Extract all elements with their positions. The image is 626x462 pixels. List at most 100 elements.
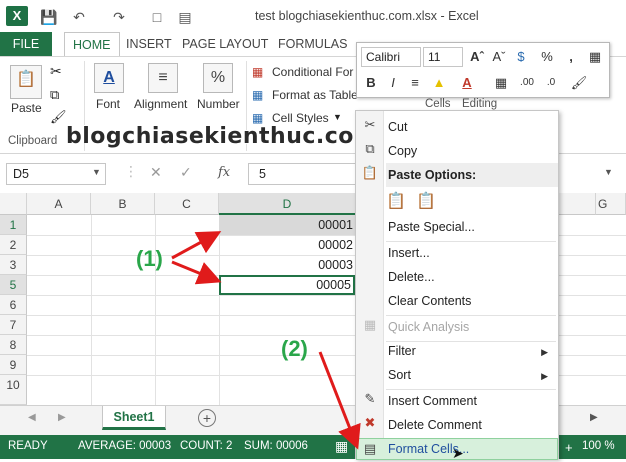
- menu-item-cut[interactable]: Cut: [386, 115, 558, 139]
- chevron-down-icon: ▼: [333, 112, 342, 122]
- comma-style-button[interactable]: ,: [561, 47, 581, 67]
- menu-item-insert[interactable]: Insert...: [386, 241, 558, 265]
- row-header[interactable]: 3: [0, 255, 27, 275]
- insert-function-icon[interactable]: fx: [218, 165, 230, 180]
- quick-analysis-icon: ▦: [363, 317, 377, 332]
- column-header-g[interactable]: G: [596, 193, 626, 215]
- column-header-a[interactable]: A: [27, 193, 91, 215]
- menu-item-clear-contents[interactable]: Clear Contents: [386, 289, 558, 313]
- name-box[interactable]: D5: [6, 163, 106, 185]
- row-header[interactable]: 1: [0, 215, 27, 235]
- add-sheet-button[interactable]: +: [198, 409, 216, 427]
- form-icon[interactable]: ▤: [176, 8, 194, 26]
- tab-file[interactable]: FILE: [0, 32, 52, 56]
- menu-item-sort[interactable]: Sort: [386, 363, 558, 387]
- zoom-in-icon[interactable]: +: [565, 440, 573, 455]
- decrease-font-icon[interactable]: Aˇ: [489, 47, 509, 67]
- cell-d5-active[interactable]: 00005: [219, 275, 355, 295]
- submenu-arrow-icon: ▶: [541, 347, 548, 357]
- clipboard-group-label: Clipboard: [8, 135, 58, 147]
- increase-decimal-icon[interactable]: .00: [517, 73, 537, 93]
- percent-style-button[interactable]: %: [537, 47, 557, 67]
- row-header[interactable]: 10: [0, 375, 27, 405]
- tab-formulas[interactable]: FORMULAS: [270, 32, 355, 56]
- tab-page-layout[interactable]: PAGE LAYOUT: [174, 32, 276, 56]
- paste-button[interactable]: Paste: [11, 101, 42, 115]
- row-header[interactable]: 7: [0, 315, 27, 335]
- italic-button[interactable]: I: [383, 73, 403, 93]
- bold-button[interactable]: B: [361, 73, 381, 93]
- copy-icon[interactable]: ⧉: [50, 87, 59, 103]
- cut-icon[interactable]: ✂: [50, 63, 62, 80]
- expand-formula-icon[interactable]: ▼: [604, 167, 613, 177]
- sheet-tab-sheet1[interactable]: Sheet1: [102, 406, 166, 430]
- menu-item-insert-comment[interactable]: Insert Comment: [386, 389, 558, 413]
- hscroll-right-icon[interactable]: ▶: [590, 412, 598, 423]
- scroll-left-icon[interactable]: ◀: [28, 412, 36, 423]
- title-bar: X 💾 ↶ ↷ □ ▤ test blogchiasekienthuc.com.…: [0, 0, 626, 32]
- row-header[interactable]: 8: [0, 335, 27, 355]
- font-button[interactable]: Font: [96, 97, 120, 111]
- mini-toolbar: Calibri 11 Aˆ Aˇ $ % , ▦ B I ≡ ▲ A ▦ .00…: [356, 42, 610, 98]
- format-painter-icon[interactable]: 🖌: [50, 109, 67, 125]
- column-header-c[interactable]: C: [155, 193, 219, 215]
- conditional-formatting-button[interactable]: Conditional For: [272, 65, 353, 79]
- menu-item-filter[interactable]: Filter: [386, 339, 558, 363]
- menu-item-delete[interactable]: Delete...: [386, 265, 558, 289]
- row-header[interactable]: 6: [0, 295, 27, 315]
- menu-item-delete-comment[interactable]: Delete Comment: [386, 413, 558, 437]
- save-icon[interactable]: 💾: [40, 8, 58, 26]
- table-style-icon[interactable]: ▦: [585, 47, 605, 67]
- menu-item-copy[interactable]: Copy: [386, 139, 558, 163]
- row-header[interactable]: 5: [0, 275, 27, 295]
- increase-font-icon[interactable]: Aˆ: [467, 47, 487, 67]
- paste-icon[interactable]: 📋: [10, 65, 42, 99]
- number-button[interactable]: Number: [197, 97, 240, 111]
- editing-group-label: Editing: [462, 98, 498, 110]
- paste-values-icon[interactable]: 📋: [416, 191, 436, 215]
- format-as-table-button[interactable]: Format as Table: [272, 88, 358, 102]
- menu-header-paste-options: Paste Options:: [386, 163, 558, 187]
- currency-icon[interactable]: $: [511, 47, 531, 67]
- format-painter-icon[interactable]: 🖌: [569, 73, 589, 93]
- borders-icon[interactable]: ▦: [491, 73, 511, 93]
- fill-color-icon[interactable]: ▲: [429, 73, 449, 93]
- align-center-icon[interactable]: ≡: [405, 73, 425, 93]
- tab-insert[interactable]: INSERT: [118, 32, 180, 56]
- undo-icon[interactable]: ↶: [70, 8, 88, 26]
- annotation-step-1: (1): [136, 246, 163, 271]
- chevron-down-icon[interactable]: ▼: [92, 167, 101, 177]
- cancel-icon[interactable]: ✕: [150, 164, 162, 181]
- font-name-box[interactable]: Calibri: [361, 47, 421, 67]
- row-header[interactable]: 2: [0, 235, 27, 255]
- scroll-right-icon[interactable]: ▶: [58, 412, 66, 423]
- redo-icon[interactable]: ↷: [110, 8, 128, 26]
- percent-icon[interactable]: %: [203, 63, 233, 93]
- font-color-icon[interactable]: A: [457, 73, 477, 93]
- cell-styles-button[interactable]: Cell Styles: [272, 111, 329, 125]
- paste-option-icon[interactable]: 📋: [386, 191, 406, 215]
- column-header-d[interactable]: D: [219, 193, 356, 215]
- cell-d3[interactable]: 00003: [219, 255, 355, 275]
- cell-styles-icon: ▦: [252, 111, 264, 125]
- formula-input[interactable]: 5: [248, 163, 358, 185]
- menu-item-paste-special[interactable]: Paste Special...: [386, 215, 558, 239]
- tab-home[interactable]: HOME: [64, 32, 120, 57]
- format-table-icon: ▦: [252, 88, 264, 102]
- normal-view-icon[interactable]: ▦: [335, 438, 348, 455]
- alignment-icon[interactable]: ≡: [148, 63, 178, 93]
- column-header-b[interactable]: B: [91, 193, 155, 215]
- cell-d2[interactable]: 00002: [219, 235, 355, 255]
- menu-item-format-cells[interactable]: Format Cells...: [386, 437, 558, 461]
- alignment-button[interactable]: Alignment: [134, 97, 187, 111]
- decrease-decimal-icon[interactable]: .0: [541, 73, 561, 93]
- font-size-box[interactable]: 11: [423, 47, 463, 67]
- font-icon[interactable]: A: [94, 63, 124, 93]
- cell-d1[interactable]: 00001: [219, 215, 355, 235]
- status-ready: READY: [8, 440, 48, 452]
- new-document-icon[interactable]: □: [148, 8, 166, 26]
- row-header[interactable]: 9: [0, 355, 27, 375]
- enter-icon[interactable]: ✓: [180, 164, 192, 181]
- select-all-corner[interactable]: [0, 193, 27, 215]
- zoom-level[interactable]: 100 %: [582, 440, 615, 452]
